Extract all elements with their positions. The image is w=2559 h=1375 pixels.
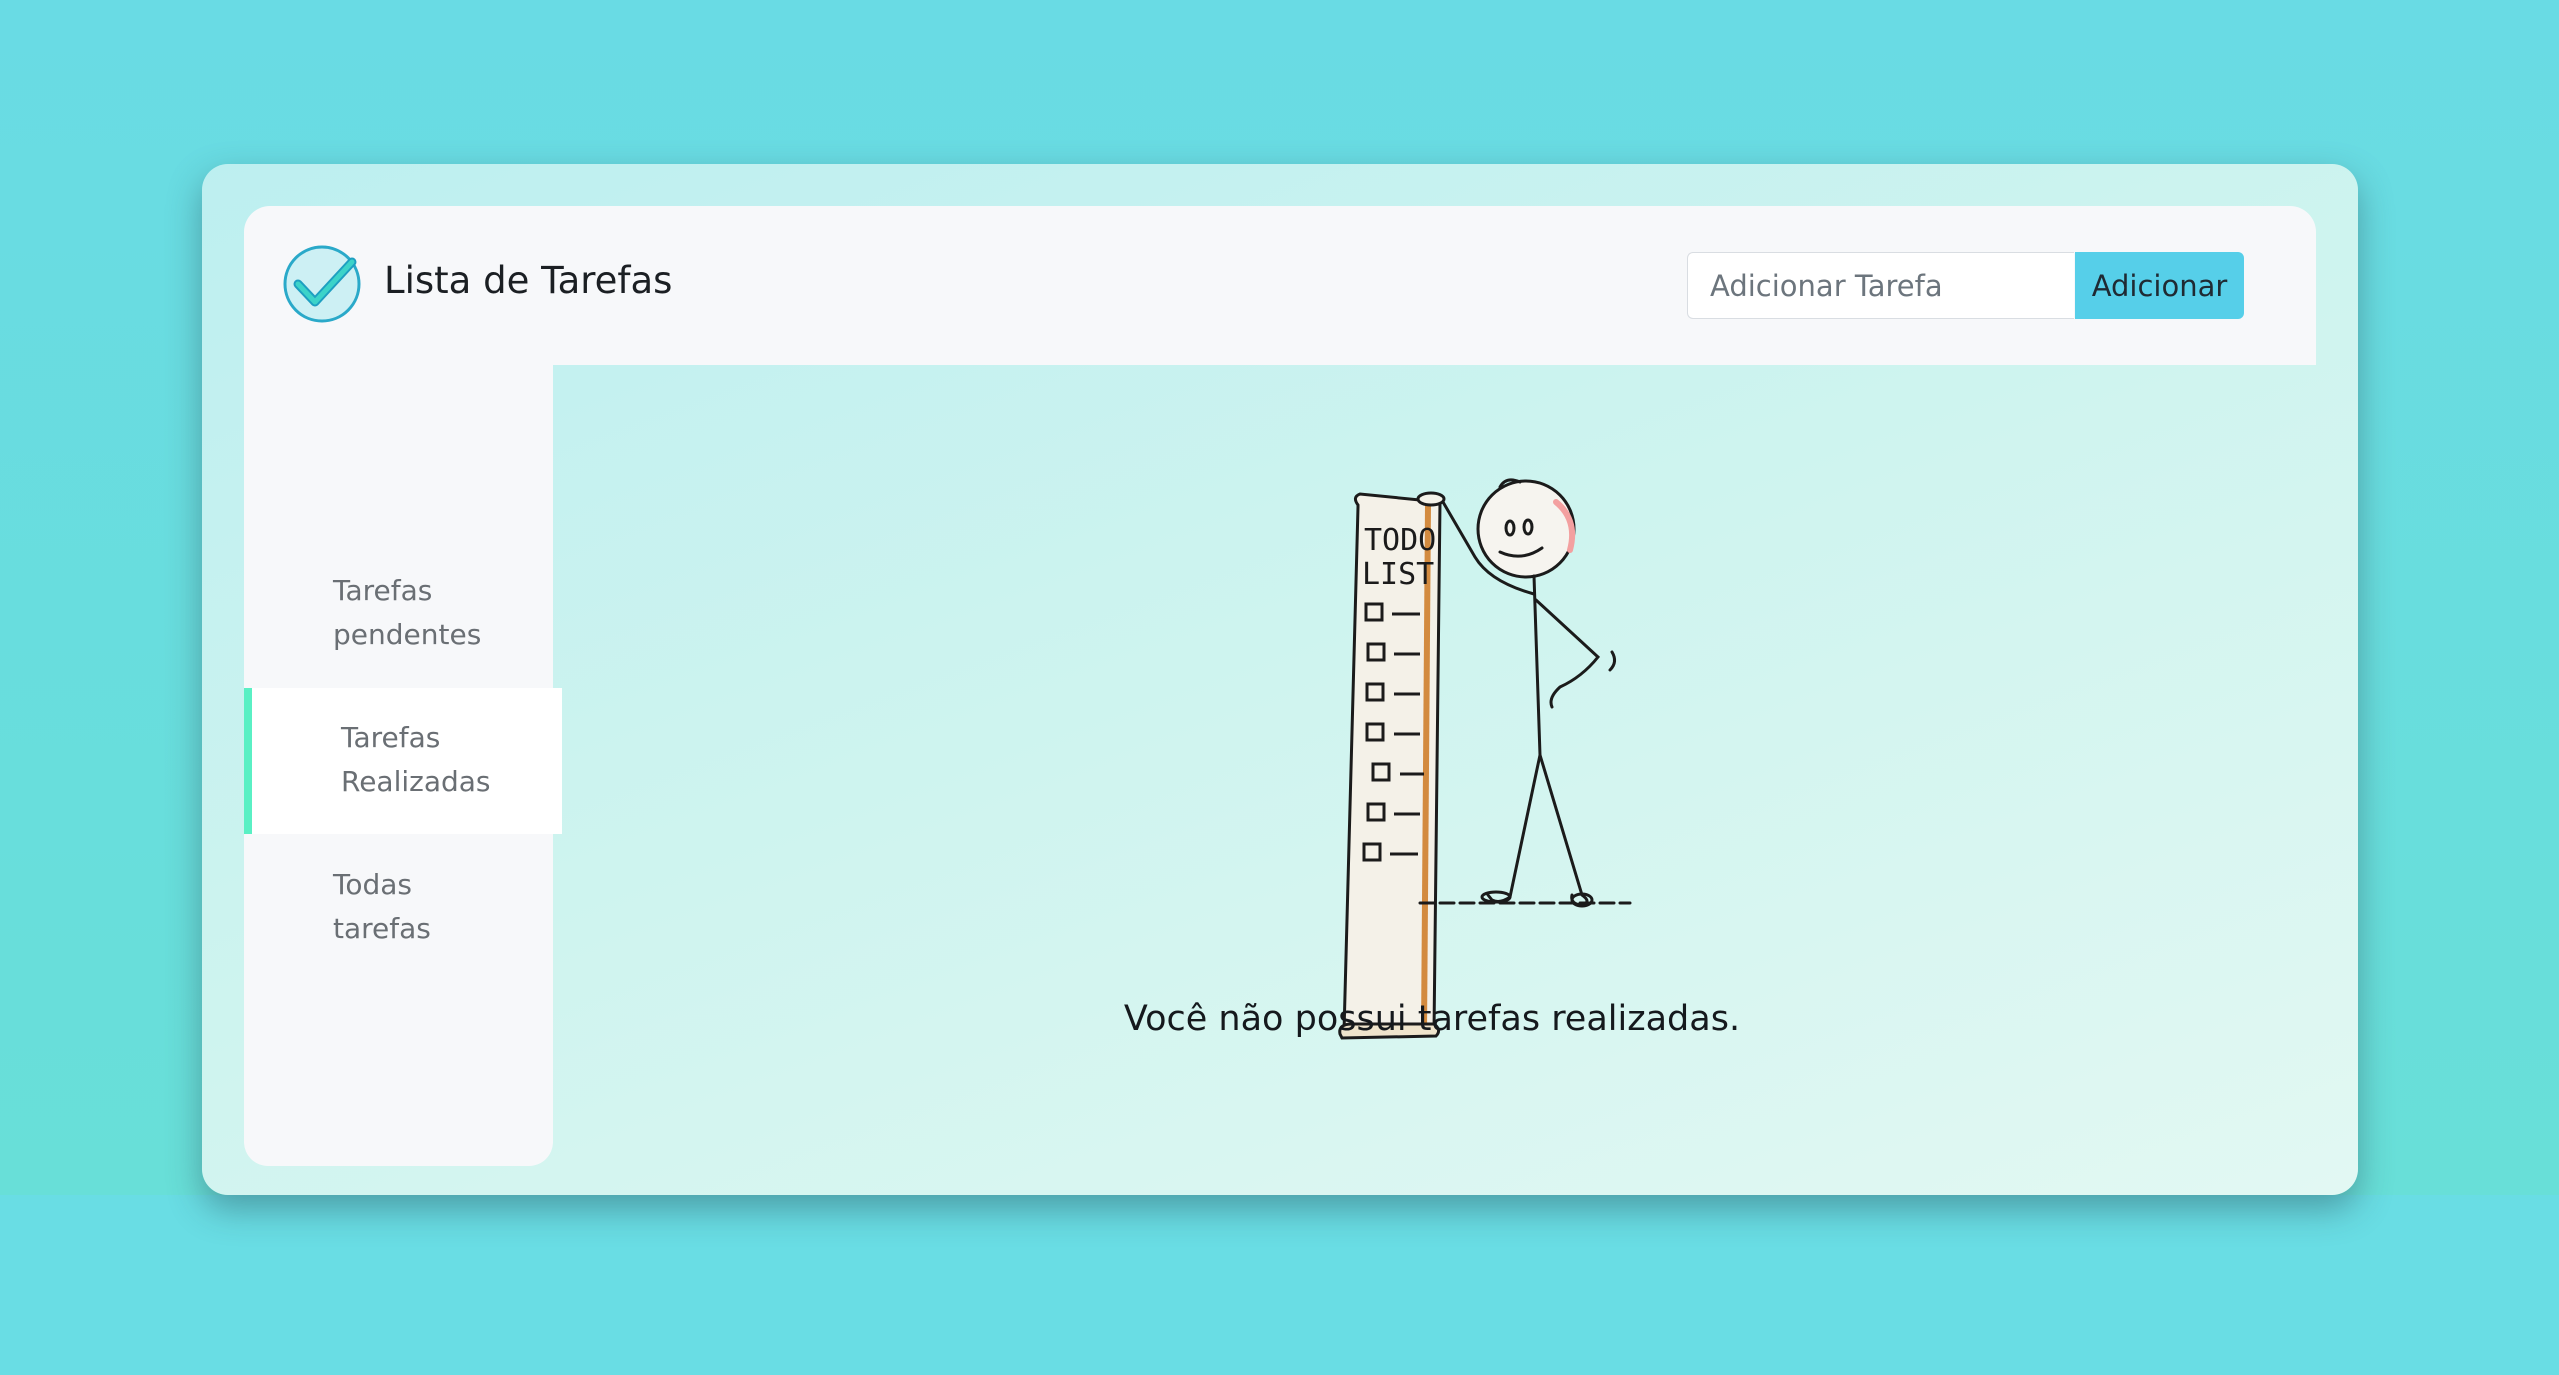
check-circle-icon (283, 245, 361, 323)
sidebar-item-pending[interactable]: Tarefas pendentes (244, 541, 553, 687)
add-task-button[interactable]: Adicionar (2075, 252, 2244, 319)
add-task-input[interactable] (1687, 252, 2074, 319)
empty-state-message: Você não possui tarefas realizadas. (1123, 999, 1741, 1039)
sidebar-item-label: Tarefas pendentes (333, 574, 482, 651)
sidebar: Tarefas pendentes Tarefas Realizadas Tod… (244, 365, 562, 1166)
header: Lista de Tarefas Adicionar (244, 206, 2316, 365)
sidebar-item-label: Todas tarefas (333, 868, 431, 945)
app-card: Lista de Tarefas Adicionar Tarefas pende… (202, 164, 2358, 1195)
todo-list-stickman-illustration: TODO LIST (1338, 478, 1632, 1040)
sidebar-item-completed[interactable]: Tarefas Realizadas (244, 688, 562, 834)
app-title: Lista de Tarefas (384, 259, 673, 302)
page-background-bottom (0, 1195, 2559, 1375)
sidebar-item-label: Tarefas Realizadas (341, 721, 491, 798)
scroll-title-line-1: TODO (1364, 523, 1436, 558)
sidebar-item-all[interactable]: Todas tarefas (244, 835, 553, 981)
scroll-title-line-2: LIST (1362, 557, 1434, 592)
